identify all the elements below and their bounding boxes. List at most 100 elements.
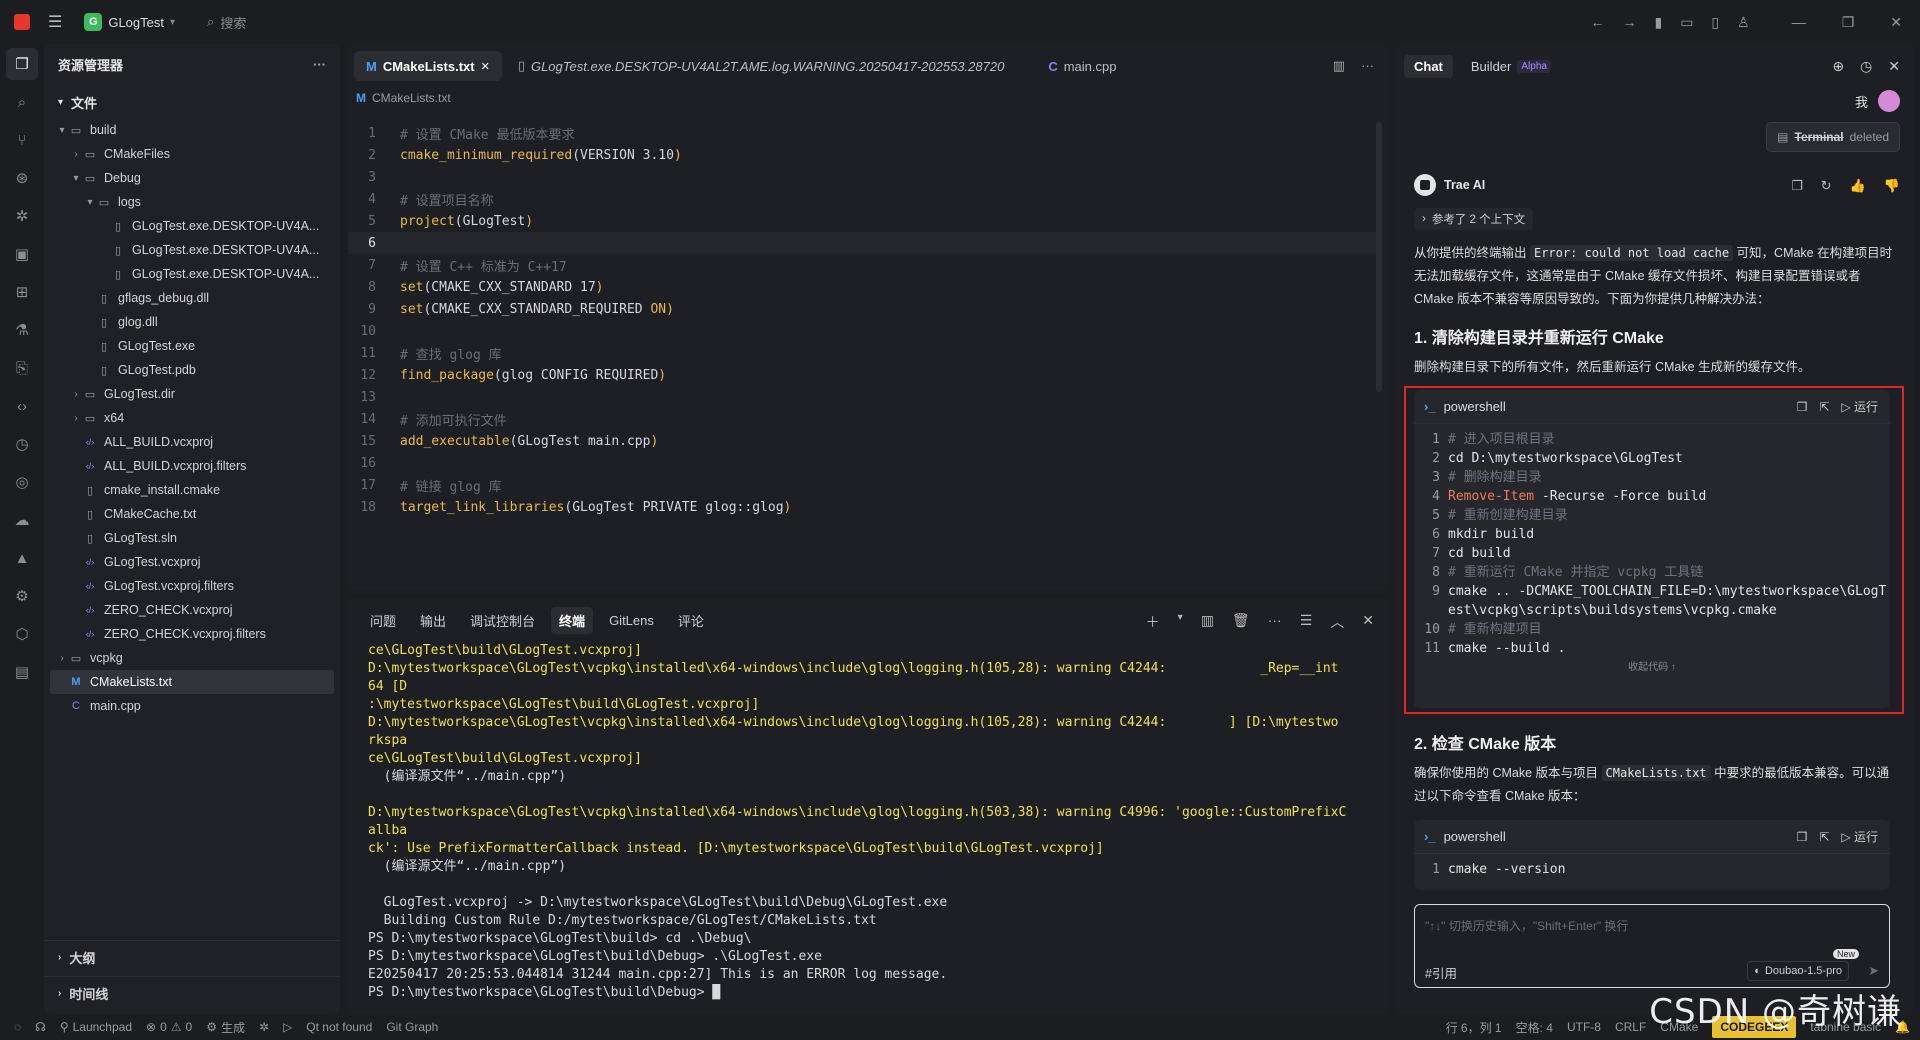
restore-icon[interactable]: ❐ <box>1842 14 1855 31</box>
tree-folder[interactable]: › ▭ vcpkg <box>44 646 340 670</box>
gitlens-icon[interactable]: ◎ <box>6 466 38 498</box>
model-selector[interactable]: ◐ Doubao-1.5-pro <box>1747 961 1849 981</box>
tree-folder[interactable]: ▾ ▭ build <box>44 118 340 142</box>
source-control-icon[interactable]: ⑂ <box>6 124 38 156</box>
more-actions-icon[interactable]: ··· <box>313 57 326 72</box>
close-tab-icon[interactable]: ✕ <box>481 60 490 73</box>
panel-tab[interactable]: 调试控制台 <box>462 607 543 634</box>
panel-tab[interactable]: 终端 <box>551 606 594 634</box>
chevron-down-icon[interactable]: ▾ <box>1178 612 1183 632</box>
split-terminal-icon[interactable]: ▥ <box>1201 612 1214 632</box>
extensions-icon[interactable]: ⊞ <box>6 276 38 308</box>
debug-icon[interactable]: ✲ <box>6 200 38 232</box>
tree-file[interactable]: M CMakeLists.txt <box>50 670 334 694</box>
editor-tab[interactable]: M CMakeLists.txt ✕ <box>354 51 502 81</box>
tree-file[interactable]: ▯ GLogTest.pdb <box>44 358 340 382</box>
back-arrow-icon[interactable]: ← <box>1590 14 1604 30</box>
build-item[interactable]: ⚙ 生成 <box>206 1019 245 1036</box>
code-icon[interactable]: ‹› <box>6 390 38 422</box>
deploy-icon[interactable]: ▲ <box>6 542 38 574</box>
tree-file[interactable]: ‹/› ALL_BUILD.vcxproj.filters <box>44 454 340 478</box>
indentation[interactable]: 空格: 4 <box>1516 1019 1553 1036</box>
timeline-section[interactable]: › 时间线 <box>44 976 340 1010</box>
tree-file[interactable]: ▯ GLogTest.exe <box>44 334 340 358</box>
code-block-body[interactable]: 1 cmake --version <box>1414 854 1890 879</box>
qt-status[interactable]: Qt not found <box>306 1020 372 1034</box>
thumbs-up-icon[interactable]: 👍 <box>1850 178 1866 194</box>
settings-sync-icon[interactable]: ⚙ <box>6 580 38 612</box>
minimize-icon[interactable]: — <box>1792 14 1806 30</box>
timeline-icon[interactable]: ◷ <box>6 428 38 460</box>
tree-file[interactable]: ▯ CMakeCache.txt <box>44 502 340 526</box>
split-editor-icon[interactable]: ▥ <box>1333 58 1345 74</box>
toggle-panel-icon[interactable]: ▭ <box>1680 14 1693 31</box>
files-section-header[interactable]: ▾ 文件 <box>44 90 340 114</box>
regenerate-icon[interactable]: ↻ <box>1821 178 1832 194</box>
package-icon[interactable]: ⬡ <box>6 618 38 650</box>
tab-chat[interactable]: Chat <box>1404 54 1453 78</box>
toggle-sidebar-icon[interactable]: ▮ <box>1654 14 1662 31</box>
reference-button[interactable]: #引用 <box>1425 963 1457 982</box>
tree-file[interactable]: ▯ GLogTest.exe.DESKTOP-UV4A... <box>44 262 340 286</box>
cursor-position[interactable]: 行 6，列 1 <box>1446 1019 1502 1036</box>
send-icon[interactable]: ➤ <box>1868 963 1879 979</box>
encoding[interactable]: UTF-8 <box>1567 1020 1601 1034</box>
close-window-icon[interactable]: ✕ <box>1890 14 1902 31</box>
tree-file[interactable]: Cmain.cpp <box>44 694 340 718</box>
testing-icon[interactable]: ⚗ <box>6 314 38 346</box>
tree-file[interactable]: ▯ glog.dll <box>44 310 340 334</box>
search-icon[interactable]: ⌕ <box>6 86 38 118</box>
remote-status-icon[interactable]: ◌ <box>14 1020 21 1034</box>
new-terminal-icon[interactable]: ＋ <box>1146 612 1160 632</box>
copy-icon[interactable]: ❐ <box>1791 178 1803 194</box>
breadcrumb[interactable]: M CMakeLists.txt <box>348 88 1388 108</box>
tree-file[interactable]: ▯ cmake_install.cmake <box>44 478 340 502</box>
debug-status-icon[interactable]: ✲ <box>259 1020 269 1034</box>
more-actions-icon[interactable]: ··· <box>1268 612 1282 632</box>
tree-file[interactable]: ‹/› GLogTest.vcxproj <box>44 550 340 574</box>
tree-folder[interactable]: › ▭ x64 <box>44 406 340 430</box>
launchpad-item[interactable]: ⚲ Launchpad <box>60 1020 132 1034</box>
tree-file[interactable]: ▯ GLogTest.exe.DESKTOP-UV4A... <box>44 214 340 238</box>
explorer-icon[interactable]: ❐ <box>6 48 38 80</box>
outline-section[interactable]: › 大纲 <box>44 940 340 974</box>
panel-tab[interactable]: 问题 <box>362 607 404 634</box>
forward-arrow-icon[interactable]: → <box>1622 14 1636 30</box>
bookmark-icon[interactable]: ⎘ <box>6 352 38 384</box>
terminal-output[interactable]: ce\GLogTest\build\GLogTest.vcxproj] D:\my… <box>368 642 1378 1002</box>
run-status-icon[interactable]: ▷ <box>283 1020 292 1034</box>
editor-scrollbar[interactable] <box>1376 122 1382 392</box>
copy-code-icon[interactable]: ❐ <box>1797 830 1808 844</box>
tab-builder[interactable]: Builder Alpha <box>1461 55 1561 78</box>
line-ending[interactable]: CRLF <box>1615 1020 1646 1034</box>
insert-code-icon[interactable]: ⇱ <box>1819 830 1829 844</box>
more-actions-icon[interactable]: ··· <box>1361 58 1374 74</box>
search-box[interactable]: ⌕ 搜索 <box>207 13 246 32</box>
tree-folder[interactable]: ▾ ▭ Debug <box>44 166 340 190</box>
chat-input[interactable]: "↑↓" 切换历史输入，"Shift+Enter" 换行 #引用 New ◐ D… <box>1414 904 1890 988</box>
project-switcher[interactable]: G GLogTest ▾ <box>84 13 175 31</box>
tree-file[interactable]: ‹/› ZERO_CHECK.vcxproj <box>44 598 340 622</box>
tree-folder[interactable]: › ▭ CMakeFiles <box>44 142 340 166</box>
toggle-secondary-sidebar-icon[interactable]: ▯ <box>1711 14 1719 31</box>
tree-folder[interactable]: › ▭ GLogTest.dir <box>44 382 340 406</box>
tree-folder[interactable]: ▾ ▭ logs <box>44 190 340 214</box>
history-icon[interactable]: ◷ <box>1860 58 1872 75</box>
problems-item[interactable]: ⊗ 0 ⚠ 0 <box>146 1020 192 1034</box>
remote-explorer-icon[interactable]: ▣ <box>6 238 38 270</box>
run-button[interactable]: ▷ 运行 <box>1841 828 1878 845</box>
editor-tab[interactable]: ▯ GLogTest.exe.DESKTOP-UV4AL2T.AME.log.WA… <box>506 51 1017 81</box>
tree-file[interactable]: ▯ gflags_debug.dll <box>44 286 340 310</box>
account-icon[interactable]: ♙ <box>1737 14 1750 31</box>
tree-file[interactable]: ‹/› ALL_BUILD.vcxproj <box>44 430 340 454</box>
close-chat-icon[interactable]: ✕ <box>1888 58 1900 75</box>
code-editor[interactable]: 1 # 设置 CMake 最低版本要求 2 cmake_minimum_require… <box>348 122 1378 518</box>
maximize-panel-icon[interactable]: ︿ <box>1330 612 1344 632</box>
editor-tab[interactable]: Cmain.cpp <box>1036 51 1128 81</box>
panel-layout-icon[interactable]: ☰ <box>1300 612 1313 632</box>
new-chat-icon[interactable]: ⊕ <box>1832 58 1844 75</box>
remote-icon[interactable]: ⊛ <box>6 162 38 194</box>
context-references[interactable]: › 参考了 2 个上下文 <box>1414 208 1534 230</box>
tree-file[interactable]: ‹/› GLogTest.vcxproj.filters <box>44 574 340 598</box>
git-graph-status[interactable]: Git Graph <box>386 1020 438 1034</box>
